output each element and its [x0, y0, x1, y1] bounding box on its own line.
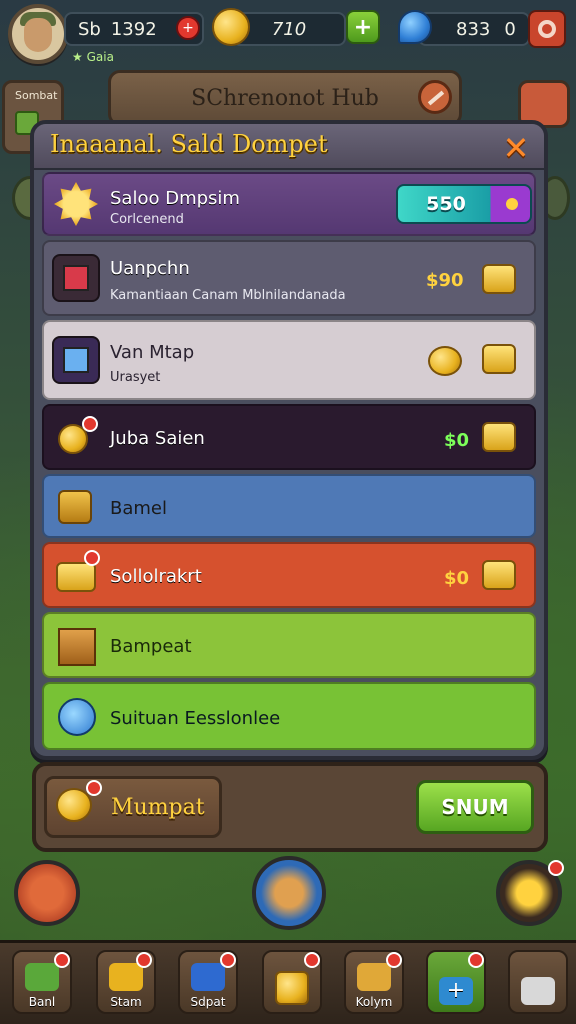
row-label: Van Mtap [110, 342, 195, 363]
cash-icon [25, 963, 59, 991]
notification-badge [136, 952, 152, 968]
scroll-icon [521, 977, 555, 1005]
plus-icon: + [439, 977, 473, 1005]
player-score: 1392 [110, 18, 157, 40]
coin-stack-icon [56, 562, 96, 592]
balance-value-box: 550 [396, 184, 532, 224]
coin-icon [275, 971, 309, 1005]
row-label: Suituan Eesslonlee [110, 708, 281, 729]
notification-badge [548, 860, 564, 876]
row-sub: Kamantiaan Canam Mblnilandanada [110, 288, 346, 303]
modal-title: Inaaanal. Sald Dompet [50, 130, 328, 158]
notification-badge [82, 416, 98, 432]
bag-icon [58, 490, 92, 524]
left-round-button[interactable] [14, 860, 80, 926]
blue-cube-icon [52, 336, 100, 384]
notification-badge [84, 550, 100, 566]
coin-pile-icon [428, 346, 462, 376]
row-label: Sollolrakrt [110, 566, 202, 587]
nav-label: Stam [110, 995, 142, 1009]
notification-badge [54, 952, 70, 968]
hub-title: SChrenonot Hub [191, 85, 379, 111]
add-coins-button[interactable]: + [346, 10, 380, 44]
gem-value: 833 [456, 18, 491, 40]
list-item[interactable]: Bampeat [42, 612, 536, 678]
nav-item-scroll[interactable] [508, 950, 568, 1014]
row-price: $90 [426, 270, 464, 291]
settings-gear-icon[interactable] [528, 10, 566, 48]
list-item[interactable]: Suituan Eesslonlee [42, 682, 536, 750]
nav-label: Kolym [355, 995, 393, 1009]
gold-stack-icon [482, 344, 516, 374]
notification-badge [86, 780, 102, 796]
red-cube-icon [52, 254, 100, 302]
balance-coin-icon [506, 198, 518, 210]
side-panel-label: Sombat [15, 89, 58, 102]
blue-orb-icon [58, 698, 96, 736]
list-item[interactable]: Van Mtap Urasyet [42, 320, 536, 400]
gem-icon [398, 10, 432, 44]
nav-label: Banl [28, 995, 56, 1009]
player-name: Gaia [86, 50, 114, 64]
gold-stack-icon [482, 264, 516, 294]
gem-extra: 0 [504, 18, 516, 40]
row-label: Bamel [110, 498, 167, 519]
confirm-label: SNUM [441, 795, 509, 819]
avatar-face [24, 18, 52, 52]
balance-sub: Corlcenend [110, 212, 184, 227]
player-name-row: ★ Gaia [72, 50, 114, 64]
list-item[interactable]: Bamel [42, 474, 536, 538]
center-crate-button[interactable] [252, 856, 326, 930]
balance-label: Saloo Dmpsim [110, 188, 240, 209]
notification-badge [386, 952, 402, 968]
hub-title-plate: SChrenonot Hub [108, 70, 462, 126]
mumpat-label: Mumpat [111, 794, 205, 820]
row-price: $0 [444, 430, 470, 451]
crate-icon [58, 628, 96, 666]
close-icon[interactable]: ✕ [498, 132, 534, 166]
add-score-icon[interactable]: + [176, 16, 200, 40]
row-label: Juba Saien [110, 428, 205, 449]
list-item[interactable]: Uanpchn Kamantiaan Canam Mblnilandanada … [42, 240, 536, 316]
row-price: $0 [444, 568, 470, 589]
balance-row: Saloo Dmpsim Corlcenend 550 [42, 172, 536, 236]
gold-icon [109, 963, 143, 991]
gem-counter: 833 0 [418, 12, 530, 46]
sun-coin-icon [54, 182, 98, 226]
player-avatar[interactable] [8, 4, 68, 64]
notification-badge [468, 952, 484, 968]
coin-value: 710 [271, 18, 307, 40]
notification-badge [220, 952, 236, 968]
gold-stack-icon [482, 422, 516, 452]
player-level: Sb [78, 18, 101, 40]
nav-label: Sdpat [190, 995, 226, 1009]
gold-stack-icon [482, 560, 516, 590]
coin-icon [212, 8, 250, 46]
balance-value: 550 [426, 193, 466, 215]
shop-icon [191, 963, 225, 991]
row-sub: Urasyet [110, 370, 161, 385]
row-label: Bampeat [110, 636, 192, 657]
list-item[interactable]: Sollolrakrt $0 [42, 542, 536, 608]
stack-icon [357, 963, 391, 991]
confirm-button[interactable]: SNUM [416, 780, 534, 834]
notification-badge [304, 952, 320, 968]
row-label: Uanpchn [110, 258, 190, 279]
list-item[interactable]: Juba Saien $0 [42, 404, 536, 470]
hub-edit-icon[interactable] [418, 80, 452, 114]
coin-icon [56, 788, 92, 822]
